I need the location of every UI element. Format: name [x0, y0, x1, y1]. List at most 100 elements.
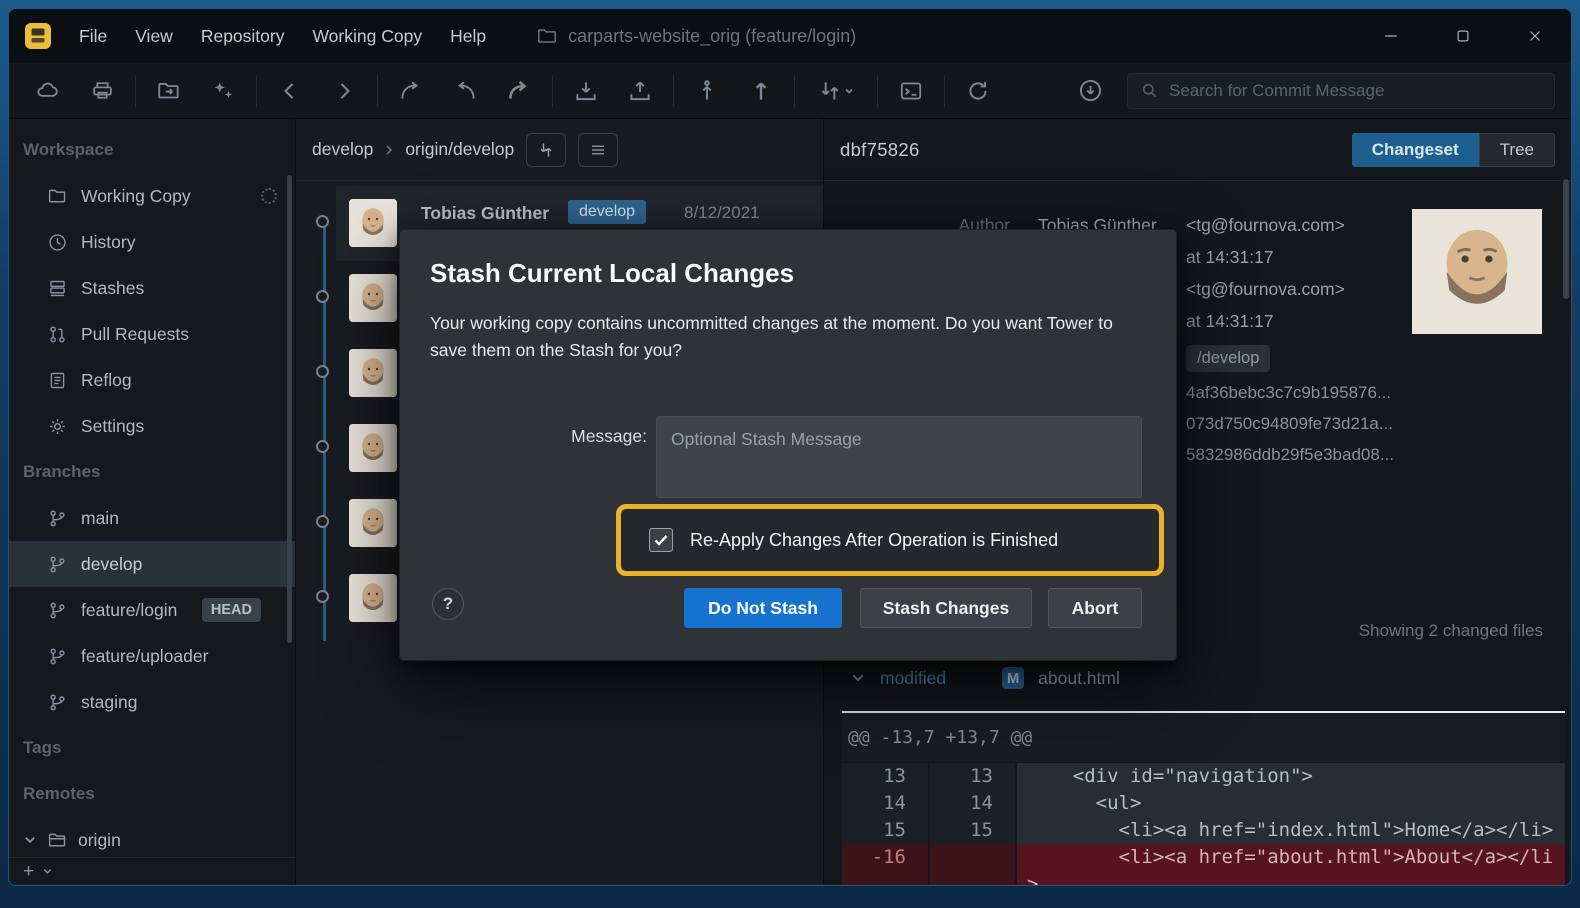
chevron-down-icon[interactable]: [42, 866, 53, 877]
author-date: at 14:31:17: [1186, 247, 1274, 268]
sidebar-item-working-copy[interactable]: Working Copy: [9, 173, 295, 219]
details-header: dbf75826 Changeset Tree: [824, 119, 1571, 181]
branch-badge[interactable]: /develop: [1186, 345, 1270, 372]
terminal-icon[interactable]: [884, 70, 938, 112]
close-button[interactable]: [1499, 9, 1571, 63]
forward-icon[interactable]: [317, 70, 371, 112]
toolbar-separator: [552, 75, 553, 107]
branches-header: Branches: [9, 449, 295, 495]
push-icon[interactable]: [613, 70, 667, 112]
head-badge: HEAD: [202, 598, 261, 622]
file-status: modified: [880, 668, 946, 689]
commit-branch-badge: develop: [568, 200, 646, 224]
tab-changeset[interactable]: Changeset: [1352, 133, 1479, 167]
abort-button[interactable]: Abort: [1048, 588, 1142, 628]
sidebar-branch-main[interactable]: main: [9, 495, 295, 541]
commit-date: 8/12/2021: [684, 203, 760, 223]
sidebar-branch-feature-login[interactable]: feature/login HEAD: [9, 587, 295, 633]
tags-header: Tags: [9, 725, 295, 771]
file-name: about.html: [1038, 668, 1120, 689]
commit-search-box[interactable]: [1127, 73, 1555, 109]
diff-line: 14 14 <ul>: [842, 790, 1565, 817]
sidebar-item-reflog[interactable]: Reflog: [9, 357, 295, 403]
download-icon[interactable]: [1063, 70, 1117, 112]
sidebar-branch-feature-uploader[interactable]: feature/uploader: [9, 633, 295, 679]
menu-file[interactable]: File: [65, 18, 121, 55]
pull-icon[interactable]: [559, 70, 613, 112]
list-options-button[interactable]: [578, 133, 618, 167]
reapply-checkbox-label[interactable]: Re-Apply Changes After Operation is Fini…: [690, 530, 1058, 551]
code-line: <div id="navigation">: [1017, 763, 1565, 790]
remote-folder-icon: [47, 830, 68, 851]
publish-icon[interactable]: [734, 70, 788, 112]
diff-line-removed: -16 <li><a href="about.html">About</a></…: [842, 844, 1565, 885]
new-line-number: 14: [930, 790, 1017, 817]
code-line: <li><a href="about.html">About</a></li>: [1017, 844, 1565, 885]
diff-line: 13 13 <div id="navigation">: [842, 763, 1565, 790]
search-input[interactable]: [1169, 81, 1542, 101]
toolbar-separator: [877, 75, 878, 107]
breadcrumb-branch[interactable]: develop: [312, 139, 373, 160]
commit-dot: [316, 290, 329, 303]
chevron-down-icon: [843, 85, 855, 97]
details-scrollbar[interactable]: [1563, 179, 1569, 299]
sidebar-branch-staging[interactable]: staging: [9, 679, 295, 725]
redo-icon[interactable]: [492, 70, 546, 112]
menu-view[interactable]: View: [121, 18, 187, 55]
sidebar-item-pull-requests[interactable]: Pull Requests: [9, 311, 295, 357]
commit-dot: [316, 590, 329, 603]
stash-dialog: Stash Current Local Changes Your working…: [399, 229, 1177, 661]
magic-sparkles-icon[interactable]: [196, 70, 250, 112]
chevron-down-icon[interactable]: [850, 670, 866, 686]
author-email: <tg@fournova.com>: [1186, 215, 1345, 236]
history-icon: [47, 232, 68, 253]
new-line-number: 15: [930, 817, 1017, 844]
chevron-right-icon: [383, 144, 395, 156]
new-line-number: 13: [930, 763, 1017, 790]
do-not-stash-button[interactable]: Do Not Stash: [684, 588, 842, 628]
compare-button[interactable]: [526, 133, 566, 167]
open-repo-icon[interactable]: [142, 70, 196, 112]
minimize-button[interactable]: [1355, 9, 1427, 63]
sidebar-branch-develop[interactable]: develop: [9, 541, 295, 587]
sidebar-item-history[interactable]: History: [9, 219, 295, 265]
fetch-cloud-icon[interactable]: [21, 70, 75, 112]
dialog-title: Stash Current Local Changes: [430, 258, 794, 289]
menu-repository[interactable]: Repository: [187, 18, 299, 55]
tab-tree[interactable]: Tree: [1479, 133, 1555, 167]
commit-timeline: [323, 223, 326, 641]
reapply-checkbox[interactable]: [649, 528, 673, 552]
menu-help[interactable]: Help: [436, 18, 500, 55]
back-icon[interactable]: [263, 70, 317, 112]
avatar: [349, 274, 397, 322]
compare-branches-button[interactable]: [801, 70, 871, 112]
stash-message-input[interactable]: [656, 416, 1142, 498]
maximize-button[interactable]: [1427, 9, 1499, 63]
undo-icon[interactable]: [438, 70, 492, 112]
merge-icon[interactable]: [384, 70, 438, 112]
working-copy-icon: [47, 186, 68, 207]
add-button[interactable]: +: [23, 862, 34, 881]
sidebar-item-stashes[interactable]: Stashes: [9, 265, 295, 311]
commit-icon[interactable]: [680, 70, 734, 112]
changed-files-note: Showing 2 changed files: [1359, 621, 1543, 641]
help-button[interactable]: ?: [432, 588, 464, 620]
commit-dot: [316, 515, 329, 528]
changed-file-row[interactable]: modified M about.html: [850, 667, 1120, 689]
chevron-down-icon[interactable]: [23, 833, 37, 847]
code-line: <li><a href="index.html">Home</a></li>: [1017, 817, 1565, 844]
refresh-icon[interactable]: [951, 70, 1005, 112]
breadcrumb-tracking-branch[interactable]: origin/develop: [405, 139, 514, 160]
app-window: File View Repository Working Copy Help c…: [8, 8, 1572, 886]
avatar: [349, 574, 397, 622]
titlebar: File View Repository Working Copy Help c…: [9, 9, 1571, 63]
diff-line: 15 15 <li><a href="index.html">Home</a><…: [842, 817, 1565, 844]
sidebar-item-settings[interactable]: Settings: [9, 403, 295, 449]
workspace-header: Workspace: [9, 127, 295, 173]
toolbar-separator: [673, 75, 674, 107]
sidebar-scrollbar[interactable]: [287, 175, 292, 643]
printer-icon[interactable]: [75, 70, 129, 112]
branch-icon: [47, 692, 68, 713]
stash-changes-button[interactable]: Stash Changes: [860, 588, 1032, 628]
menu-working-copy[interactable]: Working Copy: [298, 18, 436, 55]
